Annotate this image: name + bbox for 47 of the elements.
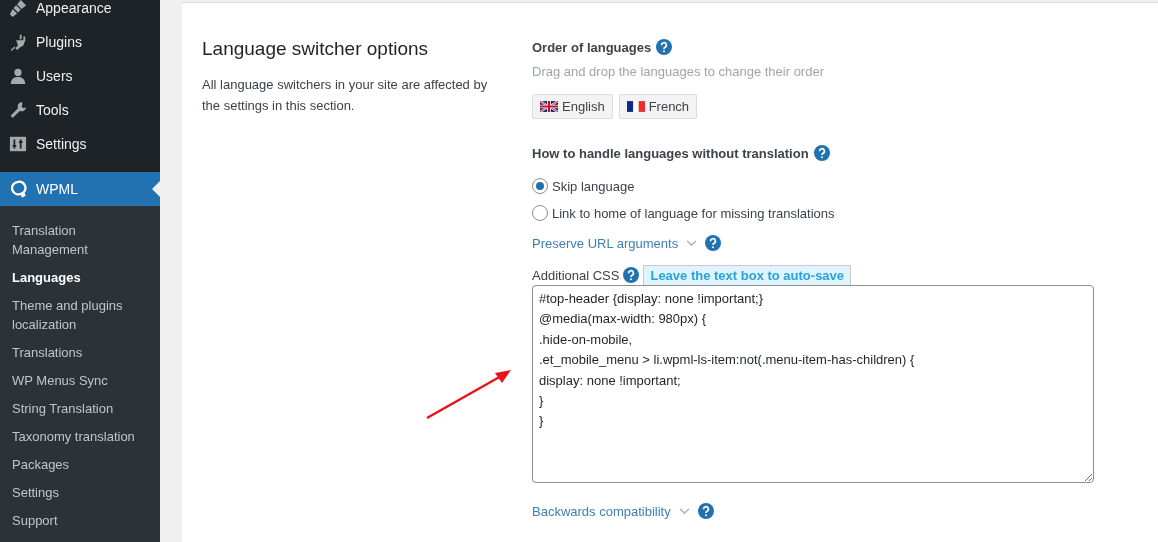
- flag-icon: [626, 100, 645, 112]
- radio-button[interactable]: [532, 205, 548, 221]
- submenu-item[interactable]: Translation Management: [0, 217, 160, 264]
- language-button[interactable]: French: [618, 94, 698, 119]
- menu-item[interactable]: Users: [0, 59, 160, 93]
- help-icon[interactable]: [697, 503, 714, 519]
- section-description: All language switchers in your site are affected by the settings in this section.: [202, 76, 489, 115]
- menu-item[interactable]: Plugins: [0, 25, 160, 59]
- help-icon[interactable]: [623, 267, 640, 283]
- menu-item[interactable]: Tools: [0, 93, 160, 127]
- radio-button[interactable]: [532, 178, 548, 194]
- menu-item[interactable]: Appearance: [0, 0, 160, 25]
- brush-icon: [9, 0, 27, 17]
- submenu-item[interactable]: Theme and plugins localization: [0, 292, 160, 339]
- wpml-icon: [9, 180, 27, 198]
- language-button[interactable]: English: [532, 94, 613, 119]
- help-icon[interactable]: [813, 145, 830, 161]
- submenu-item[interactable]: WP Menus Sync: [0, 367, 160, 395]
- submenu-item[interactable]: Support: [0, 507, 160, 535]
- toggle-link[interactable]: Backwards compatibility: [532, 503, 690, 519]
- sliders-icon: [9, 135, 27, 153]
- radio-label: Skip language: [552, 178, 635, 194]
- menu-item[interactable]: WPML: [0, 172, 160, 206]
- submenu-item[interactable]: String Translation: [0, 395, 160, 423]
- help-icon[interactable]: [656, 39, 673, 55]
- section-title: Language switcher options: [202, 38, 430, 60]
- help-icon[interactable]: [705, 235, 722, 251]
- submenu-item[interactable]: Settings: [0, 479, 160, 507]
- wrench-icon: [9, 101, 27, 119]
- user-icon: [9, 67, 27, 85]
- menu-item[interactable]: Settings: [0, 127, 160, 161]
- section-heading: How to handle languages without translation: [532, 145, 809, 161]
- submenu-item[interactable]: Languages: [0, 264, 160, 292]
- submenu-item[interactable]: Packages: [0, 451, 160, 479]
- toggle-link[interactable]: Preserve URL arguments: [532, 235, 698, 251]
- submenu-item[interactable]: Taxonomy translation: [0, 423, 160, 451]
- radio-option[interactable]: Skip language: [532, 178, 635, 194]
- section-heading: Order of languages: [532, 39, 652, 55]
- flag-icon: [540, 100, 558, 112]
- hint-text: Drag and drop the languages to change their order: [532, 64, 824, 79]
- field-label: Additional CSS: [532, 267, 620, 283]
- css-text-area[interactable]: #top-header {display: none !important;} @media(max-width: 980px) { .hide-on-mobile, .et_mobile_menu > li.wpml-ls-item:not(.menu-item-has-children) { display: none !important; } }: [532, 285, 1094, 483]
- chevron-down-icon: [678, 507, 690, 515]
- chevron-down-icon: [686, 239, 698, 247]
- auto-save-notice: Leave the text box to auto-save: [643, 265, 852, 285]
- submenu-item[interactable]: Translations: [0, 339, 160, 367]
- plug-icon: [9, 33, 27, 51]
